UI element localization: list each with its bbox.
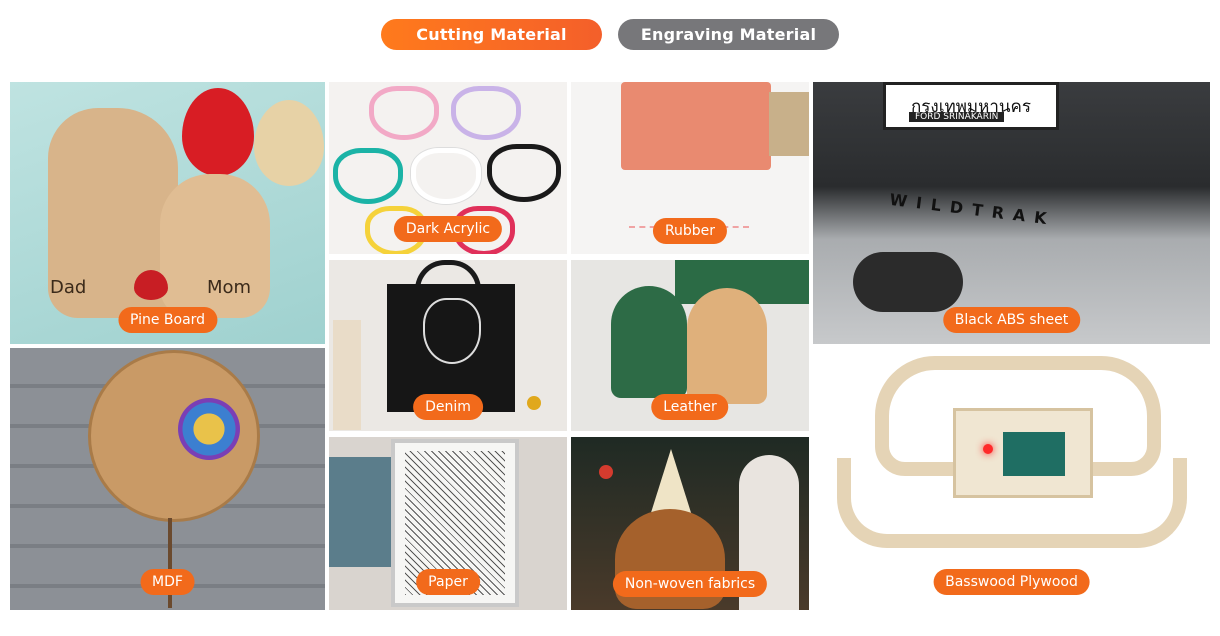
dad-engraving-text: Dad bbox=[50, 277, 87, 298]
license-plate: กรุงเทพมหานคร bbox=[883, 82, 1059, 130]
tab-cutting-material[interactable]: Cutting Material bbox=[381, 19, 602, 50]
plate-dealer-strip: FORD SRINAKARIN bbox=[909, 112, 1005, 122]
tile-non-woven-fabrics[interactable]: Non-woven fabrics bbox=[571, 437, 809, 610]
black-heart-earring bbox=[487, 144, 561, 202]
white-egg-image bbox=[254, 100, 324, 186]
pine-board-label: Pine Board bbox=[117, 307, 218, 333]
background-painting-image bbox=[329, 457, 395, 567]
heart-icon bbox=[134, 270, 168, 300]
mdf-label: MDF bbox=[140, 569, 195, 595]
tile-pine-board[interactable]: Dad Mom Pine Board bbox=[10, 82, 325, 344]
pink-heart-earring bbox=[369, 86, 439, 140]
paper-label: Paper bbox=[416, 569, 480, 595]
wolf-engraving-image bbox=[423, 298, 481, 364]
led-light-image bbox=[983, 444, 993, 454]
rubber-label: Rubber bbox=[652, 218, 728, 244]
green-keychain-image bbox=[611, 286, 687, 398]
black-abs-sheet-label: Black ABS sheet bbox=[942, 307, 1081, 333]
tire-image bbox=[853, 252, 963, 312]
tile-dark-acrylic[interactable]: Dark Acrylic bbox=[329, 82, 567, 254]
sun-icon bbox=[178, 398, 240, 460]
tile-rubber[interactable]: Rubber bbox=[571, 82, 809, 254]
wildtrak-badge-text: WILDTRAK bbox=[888, 189, 1057, 230]
denim-label: Denim bbox=[413, 394, 483, 420]
drone-legs-image bbox=[837, 458, 1187, 548]
rubber-stamp-image bbox=[621, 82, 771, 170]
tile-black-abs-sheet[interactable]: กรุงเทพมหานคร FORD SRINAKARIN WILDTRAK B… bbox=[813, 82, 1210, 344]
tan-keychain-image bbox=[687, 288, 767, 404]
dark-acrylic-label: Dark Acrylic bbox=[393, 216, 503, 242]
tile-denim[interactable]: Denim bbox=[329, 260, 567, 431]
tile-mdf[interactable]: MDF bbox=[10, 348, 325, 610]
non-woven-fabrics-label: Non-woven fabrics bbox=[612, 571, 768, 597]
yellow-flower-image bbox=[527, 396, 541, 410]
leather-label: Leather bbox=[651, 394, 729, 420]
tile-leather[interactable]: Leather bbox=[571, 260, 809, 431]
teal-heart-earring bbox=[333, 148, 403, 204]
christmas-ornament-image bbox=[599, 465, 613, 479]
tab-engraving-material[interactable]: Engraving Material bbox=[618, 19, 839, 50]
mom-engraving-text: Mom bbox=[207, 277, 252, 298]
tile-basswood-plywood[interactable]: Basswood Plywood bbox=[813, 348, 1210, 610]
vase-image bbox=[333, 320, 361, 430]
white-heart-earring bbox=[411, 148, 481, 204]
stamp-handle-image bbox=[769, 92, 809, 156]
purple-heart-earring bbox=[451, 86, 521, 140]
red-egg-image bbox=[182, 88, 254, 176]
tile-paper[interactable]: Paper bbox=[329, 437, 567, 610]
basswood-plywood-label: Basswood Plywood bbox=[933, 569, 1090, 595]
